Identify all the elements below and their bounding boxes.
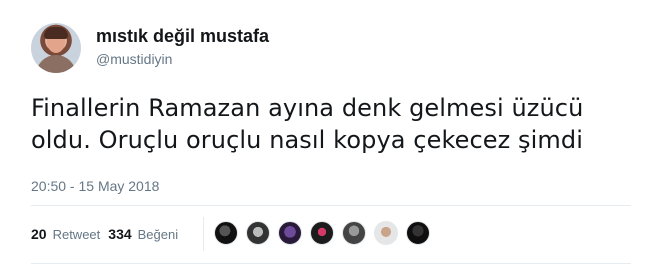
- author-info: mıstık değil mustafa @mustidiyin: [96, 25, 269, 68]
- liker-avatar-3[interactable]: [278, 221, 302, 245]
- avatar-shirt: [36, 55, 76, 73]
- tweet-card: mıstık değil mustafa @mustidiyin Finalle…: [0, 0, 650, 280]
- liker-avatar-5[interactable]: [342, 221, 366, 245]
- tweet-text: Finallerin Ramazan ayına denk gelmesi üz…: [31, 92, 641, 156]
- liker-avatar-7[interactable]: [406, 221, 430, 245]
- tweet-text-line-1: Finallerin Ramazan ayına denk gelmesi üz…: [31, 94, 584, 122]
- like-count[interactable]: 334: [108, 226, 131, 242]
- liker-avatar-4[interactable]: [310, 221, 334, 245]
- retweet-count[interactable]: 20: [31, 226, 47, 242]
- divider-top: [31, 205, 631, 206]
- retweet-label[interactable]: Retweet: [53, 227, 101, 242]
- divider-bottom: [31, 263, 631, 264]
- avatar-hair: [44, 27, 68, 39]
- stats-separator: [203, 217, 204, 251]
- tweet-stats: 20 Retweet 334 Beğeni: [31, 226, 186, 244]
- author-handle[interactable]: @mustidiyin: [96, 50, 269, 68]
- tweet-timestamp[interactable]: 20:50 - 15 May 2018: [31, 178, 159, 194]
- tweet-text-line-2: oldu. Oruçlu oruçlu nasıl kopya çekecez …: [31, 126, 583, 154]
- author-avatar[interactable]: [31, 23, 81, 73]
- liker-avatar-2[interactable]: [246, 221, 270, 245]
- like-label[interactable]: Beğeni: [138, 227, 178, 242]
- liker-avatar-1[interactable]: [214, 221, 238, 245]
- liker-avatar-6[interactable]: [374, 221, 398, 245]
- author-display-name[interactable]: mıstık değil mustafa: [96, 25, 269, 47]
- liker-avatars: [214, 221, 438, 245]
